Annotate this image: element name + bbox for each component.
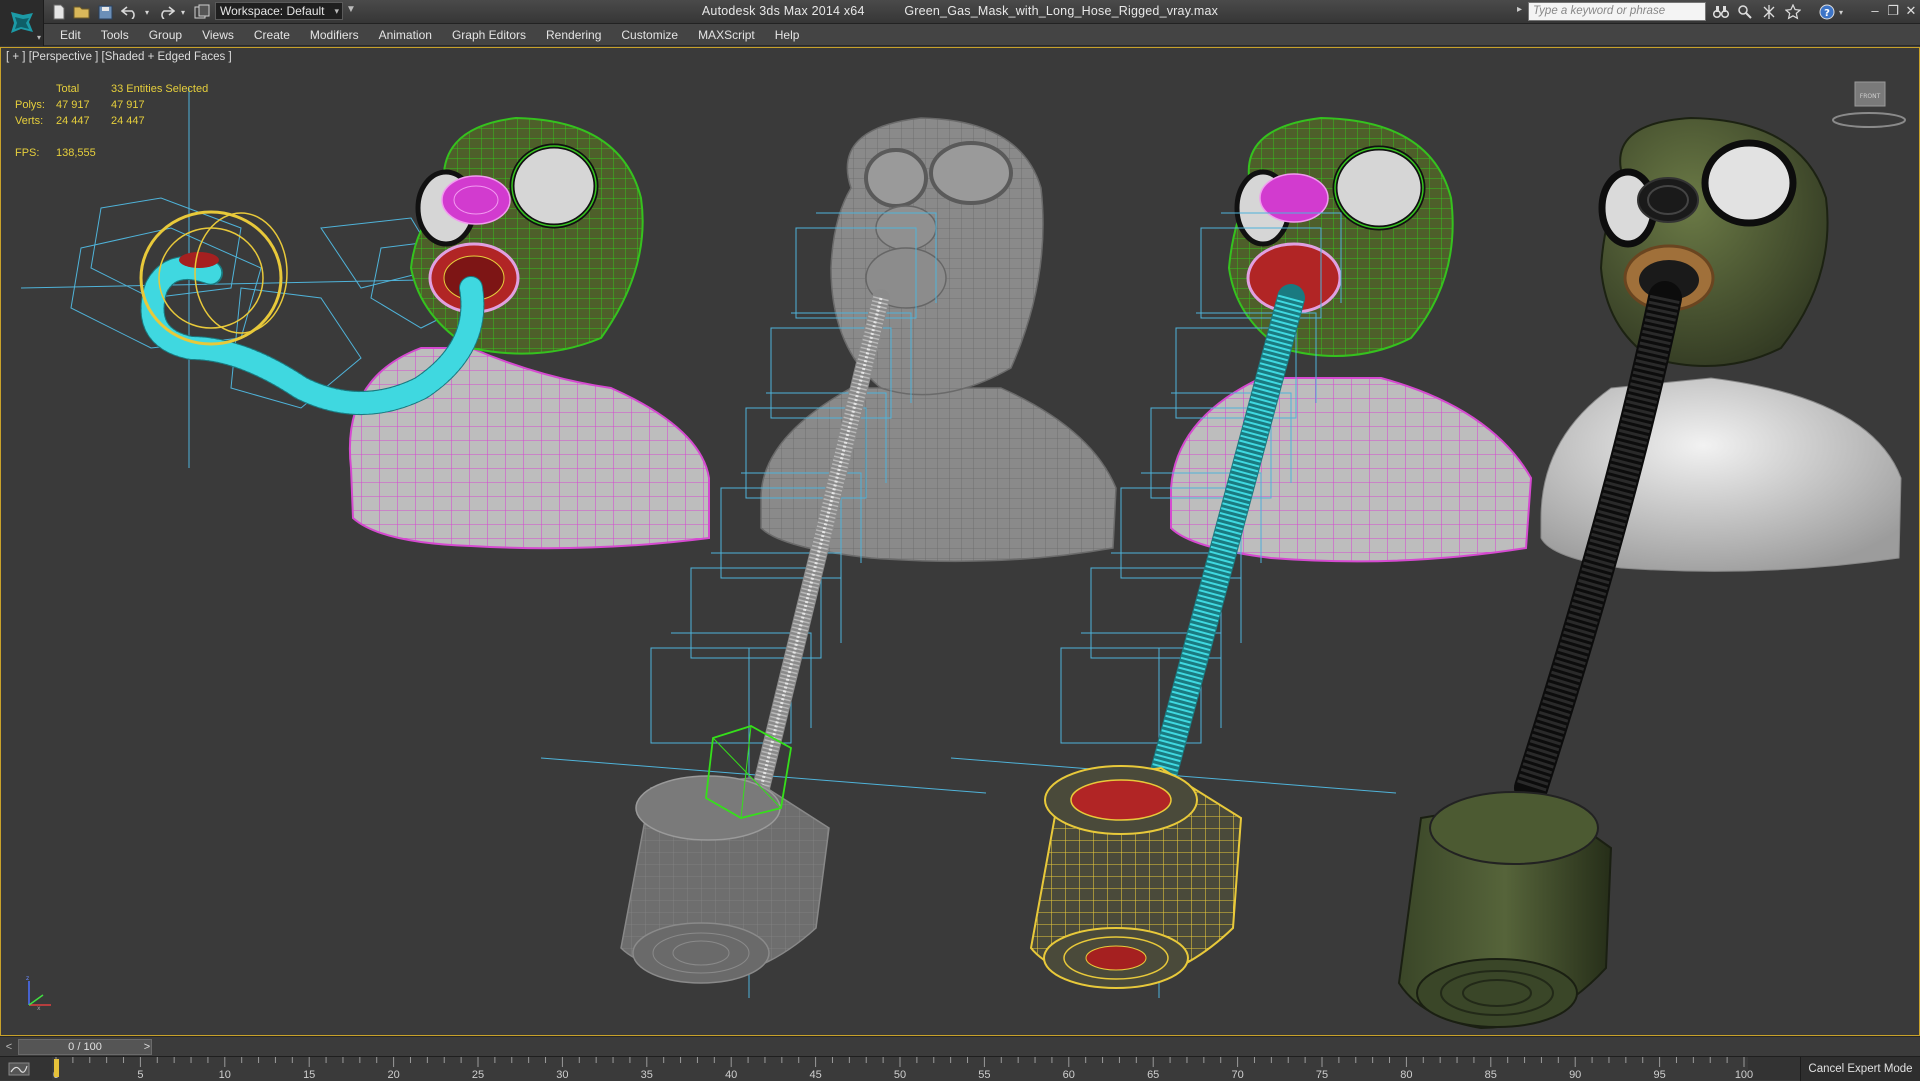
time-slider-thumb[interactable]: 0 / 100 bbox=[18, 1039, 152, 1055]
application-button[interactable]: ▾ bbox=[0, 0, 44, 46]
time-slider-bar: < 0 / 100 > bbox=[0, 1036, 1920, 1056]
current-frame-marker[interactable] bbox=[54, 1059, 59, 1077]
menu-modifiers[interactable]: Modifiers bbox=[300, 24, 369, 46]
svg-text:?: ? bbox=[1824, 8, 1830, 19]
time-slider-next-button[interactable]: > bbox=[140, 1039, 154, 1055]
ruler-tick-label: 45 bbox=[809, 1069, 821, 1081]
cancel-expert-mode-button[interactable]: Cancel Expert Mode bbox=[1800, 1057, 1920, 1081]
max-logo-icon bbox=[10, 12, 33, 33]
stats-polys-label: Polys: bbox=[15, 99, 45, 111]
undo-dropdown-icon[interactable]: ▾ bbox=[142, 2, 152, 22]
save-icon[interactable] bbox=[96, 2, 114, 22]
close-icon[interactable]: ✕ bbox=[1902, 2, 1920, 20]
chevron-down-icon: ▾ bbox=[334, 6, 339, 16]
menu-rendering[interactable]: Rendering bbox=[536, 24, 611, 46]
open-file-icon[interactable] bbox=[72, 2, 92, 22]
figure-4-shaded-render[interactable] bbox=[1397, 116, 1902, 1030]
help-icon[interactable]: ? bbox=[1818, 3, 1836, 21]
workspace-value: Workspace: Default bbox=[220, 4, 325, 18]
perspective-viewport[interactable]: [ + ] [Perspective ] [Shaded + Edged Fac… bbox=[0, 47, 1920, 1036]
stats-polys-total: 47 917 bbox=[56, 99, 90, 111]
redo-icon[interactable] bbox=[156, 2, 176, 22]
ruler-tick-label: 90 bbox=[1569, 1069, 1581, 1081]
stats-verts-selected: 24 447 bbox=[111, 115, 145, 127]
menu-maxscript[interactable]: MAXScript bbox=[688, 24, 765, 46]
restore-icon[interactable]: ❐ bbox=[1884, 2, 1902, 20]
ruler-tick-label: 55 bbox=[978, 1069, 990, 1081]
ruler-tick-label: 40 bbox=[725, 1069, 737, 1081]
application-menu-arrow-icon: ▾ bbox=[36, 33, 41, 42]
menu-group[interactable]: Group bbox=[139, 24, 192, 46]
favorites-star-icon[interactable] bbox=[1784, 3, 1802, 21]
menu-bar: Edit Tools Group Views Create Modifiers … bbox=[44, 24, 1920, 46]
svg-text:x: x bbox=[37, 1005, 41, 1012]
menu-animation[interactable]: Animation bbox=[369, 24, 442, 46]
customize-quick-access-icon[interactable]: ▼ bbox=[346, 4, 356, 15]
viewport-label-menu[interactable]: [ + ] [Perspective ] [Shaded + Edged Fac… bbox=[6, 51, 232, 63]
stats-header-total: Total bbox=[56, 83, 80, 95]
frame-ruler[interactable]: 0510152025303540455055606570758085909510… bbox=[0, 1057, 1800, 1081]
stats-spacer bbox=[15, 81, 56, 97]
new-file-icon[interactable] bbox=[50, 2, 68, 22]
ruler-tick-label: 15 bbox=[303, 1069, 315, 1081]
stats-header-selected: 33 Entities Selected bbox=[111, 83, 209, 95]
statistics-overlay: Total 33 Entities Selected Polys: 47 917… bbox=[15, 81, 208, 161]
stats-fps-value: 138,555 bbox=[56, 147, 96, 159]
menu-customize[interactable]: Customize bbox=[611, 24, 688, 46]
menu-views[interactable]: Views bbox=[192, 24, 244, 46]
search-input[interactable]: Type a keyword or phrase bbox=[1528, 2, 1706, 21]
help-dropdown-icon[interactable]: ▾ bbox=[1836, 3, 1846, 21]
track-bar[interactable]: 0510152025303540455055606570758085909510… bbox=[0, 1056, 1920, 1081]
project-icon[interactable] bbox=[192, 2, 212, 22]
viewport-scene[interactable] bbox=[1, 48, 1919, 1035]
menu-help[interactable]: Help bbox=[765, 24, 810, 46]
viewcube-face-label[interactable]: FRONT bbox=[1860, 93, 1881, 100]
window-title-file: Green_Gas_Mask_with_Long_Hose_Rigged_vra… bbox=[904, 4, 1219, 18]
axis-tripod: z x bbox=[26, 975, 51, 1012]
stats-polys-selected: 47 917 bbox=[111, 99, 145, 111]
ruler-tick-label: 10 bbox=[219, 1069, 231, 1081]
communication-icon[interactable] bbox=[1760, 3, 1778, 21]
ruler-tick-label: 35 bbox=[641, 1069, 653, 1081]
mini-curve-editor-icon[interactable] bbox=[4, 1060, 34, 1078]
ruler-tick-label: 85 bbox=[1485, 1069, 1497, 1081]
ruler-tick-label: 75 bbox=[1316, 1069, 1328, 1081]
menu-graph-editors[interactable]: Graph Editors bbox=[442, 24, 536, 46]
menu-edit[interactable]: Edit bbox=[50, 24, 91, 46]
workspace-dropdown[interactable]: Workspace: Default ▾ bbox=[215, 2, 343, 20]
menu-tools[interactable]: Tools bbox=[91, 24, 139, 46]
ruler-tick-label: 50 bbox=[894, 1069, 906, 1081]
stats-fps-label: FPS: bbox=[15, 147, 40, 159]
time-slider-prev-button[interactable]: < bbox=[2, 1039, 16, 1055]
svg-text:z: z bbox=[26, 975, 29, 982]
ruler-tick-label: 65 bbox=[1147, 1069, 1159, 1081]
ruler-tick-label: 25 bbox=[472, 1069, 484, 1081]
ruler-tick-label: 60 bbox=[1063, 1069, 1075, 1081]
menu-create[interactable]: Create bbox=[244, 24, 300, 46]
redo-dropdown-icon[interactable]: ▾ bbox=[178, 2, 188, 22]
subscription-icon[interactable] bbox=[1736, 3, 1754, 21]
ruler-tick-label: 70 bbox=[1231, 1069, 1243, 1081]
ruler-tick-label: 95 bbox=[1653, 1069, 1665, 1081]
ruler-tick-label: 20 bbox=[387, 1069, 399, 1081]
ruler-tick-label: 30 bbox=[556, 1069, 568, 1081]
ruler-tick-label: 100 bbox=[1735, 1069, 1753, 1081]
title-bar: ▾ ▾ Workspace: Default ▾ ▼ Autodesk 3ds … bbox=[0, 0, 1920, 24]
viewcube[interactable]: FRONT bbox=[1829, 72, 1909, 132]
stats-verts-total: 24 447 bbox=[56, 115, 90, 127]
ruler-tick-label: 5 bbox=[137, 1069, 143, 1081]
undo-icon[interactable] bbox=[120, 2, 140, 22]
window-title-app: Autodesk 3ds Max 2014 x64 bbox=[701, 4, 865, 18]
stats-verts-label: Verts: bbox=[15, 115, 44, 127]
binoculars-icon[interactable] bbox=[1712, 3, 1730, 21]
search-expand-icon[interactable]: ▸ bbox=[1517, 4, 1522, 15]
ruler-tick-label: 80 bbox=[1400, 1069, 1412, 1081]
minimize-icon[interactable]: – bbox=[1866, 2, 1884, 20]
